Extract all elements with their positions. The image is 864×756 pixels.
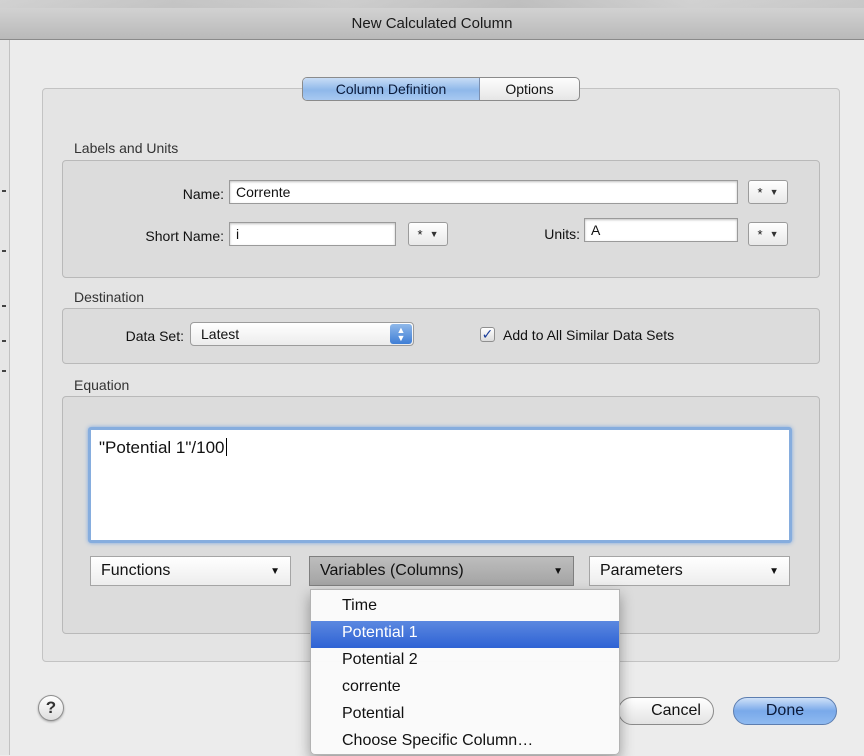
edge-mark: [2, 370, 6, 372]
tab-options[interactable]: Options: [480, 78, 579, 100]
up-down-arrows-icon: ▲ ▼: [390, 324, 412, 344]
menu-item-potential-2[interactable]: Potential 2: [311, 648, 619, 675]
chevron-down-icon: ▼: [270, 566, 280, 577]
menu-item-time[interactable]: Time: [311, 594, 619, 621]
add-to-all-label[interactable]: Add to All Similar Data Sets: [503, 327, 674, 343]
help-button[interactable]: ?: [38, 695, 64, 721]
asterisk-text: *: [757, 226, 763, 242]
variables-label: Variables (Columns): [320, 562, 464, 579]
parameters-popup[interactable]: Parameters ▼: [589, 556, 790, 586]
equation-text: "Potential 1"/100: [99, 438, 225, 457]
chevron-down-icon: ▼: [429, 229, 439, 239]
tab-control: Column Definition Options: [302, 77, 580, 101]
text-caret: [225, 438, 227, 456]
asterisk-text: *: [757, 184, 763, 200]
labels-units-heading: Labels and Units: [74, 140, 179, 156]
edge-mark: [2, 190, 6, 192]
units-field[interactable]: A: [584, 218, 738, 242]
done-button[interactable]: Done: [733, 697, 837, 725]
chevron-down-icon: ▼: [769, 187, 779, 197]
chevron-down-icon: ▼: [769, 229, 779, 239]
variables-menu: Time Potential 1 Potential 2 corrente Po…: [310, 589, 620, 755]
tab-column-definition[interactable]: Column Definition: [303, 78, 480, 100]
window-title: New Calculated Column: [351, 15, 513, 32]
data-set-label: Data Set:: [125, 328, 184, 344]
data-set-select[interactable]: Latest ▲ ▼: [190, 322, 414, 346]
add-to-all-checkbox[interactable]: ✓: [480, 327, 495, 342]
menu-item-potential[interactable]: Potential: [311, 702, 619, 729]
chevron-down-icon: ▼: [769, 566, 779, 577]
units-label: Units:: [544, 226, 580, 242]
equation-textarea[interactable]: "Potential 1"/100: [88, 427, 792, 543]
parameters-label: Parameters: [600, 562, 683, 579]
chevron-down-icon: ▼: [553, 566, 563, 577]
destination-heading: Destination: [74, 289, 145, 305]
name-label: Name:: [182, 186, 224, 202]
edge-mark: [2, 250, 6, 252]
background-window-edge: [0, 40, 10, 755]
short-name-field[interactable]: i: [229, 222, 396, 246]
short-name-popup[interactable]: * ▼: [408, 222, 448, 246]
checkmark-icon: ✓: [481, 326, 494, 342]
cancel-button[interactable]: Cancel: [618, 697, 714, 725]
asterisk-text: *: [417, 226, 423, 242]
menu-item-potential-1[interactable]: Potential 1: [311, 621, 619, 648]
data-set-value: Latest: [201, 326, 240, 342]
menu-item-corrente[interactable]: corrente: [311, 675, 619, 702]
title-bar: New Calculated Column: [0, 0, 864, 40]
name-field[interactable]: Corrente: [229, 180, 738, 204]
name-unit-popup[interactable]: * ▼: [748, 180, 788, 204]
units-popup[interactable]: * ▼: [748, 222, 788, 246]
functions-popup[interactable]: Functions ▼: [90, 556, 291, 586]
equation-heading: Equation: [74, 377, 130, 393]
functions-label: Functions: [101, 562, 171, 579]
edge-mark: [2, 340, 6, 342]
edge-mark: [2, 305, 6, 307]
variables-popup[interactable]: Variables (Columns) ▼: [309, 556, 574, 586]
background-window-strip: [0, 0, 864, 8]
menu-item-choose-specific-column[interactable]: Choose Specific Column…: [311, 729, 619, 756]
short-name-label: Short Name:: [145, 228, 224, 244]
